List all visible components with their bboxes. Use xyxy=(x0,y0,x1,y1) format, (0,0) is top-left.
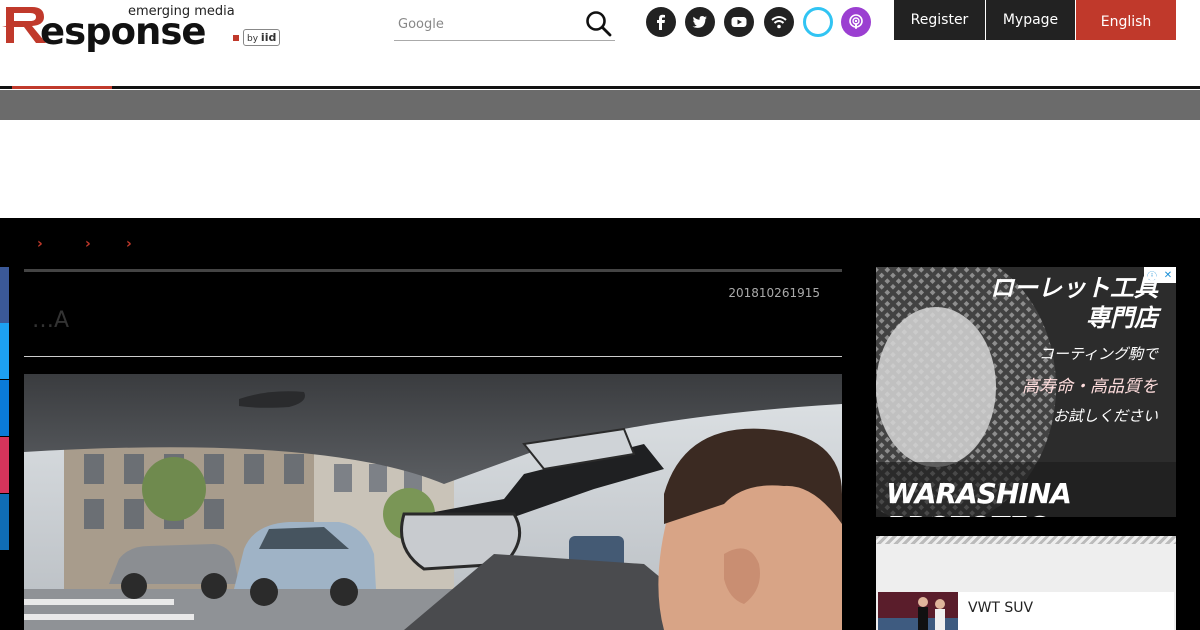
ad-title-line2: 専門店 xyxy=(1086,303,1158,332)
ad-close-icon[interactable]: ✕ xyxy=(1160,267,1176,283)
logo-dot xyxy=(233,35,239,41)
ranking-item-label: VWT SUV xyxy=(968,600,1034,616)
breadcrumb-separator: › xyxy=(126,236,132,252)
ranking-stripe xyxy=(876,536,1176,544)
article-area: › › › 201810261915 …A ⓘ ✕ ローレット工具 専門店 コー… xyxy=(0,218,1200,630)
article-top-rule xyxy=(24,269,842,272)
site-header: emerging media esponse by iid Google Reg… xyxy=(0,0,1200,90)
breadcrumb-separator: › xyxy=(37,236,43,252)
ad-copy-line2: 高寿命・高品質を xyxy=(1022,377,1158,397)
nav-underline xyxy=(0,86,1200,89)
ranking-widget: VWT SUV xyxy=(876,536,1176,630)
article-date: 201810261915 xyxy=(728,286,820,300)
share-hatena-button[interactable] xyxy=(0,494,9,550)
article-main-image xyxy=(24,374,842,630)
twitter-icon[interactable] xyxy=(685,7,715,37)
ad-title-line1: ローレット工具 xyxy=(990,273,1158,302)
page: emerging media esponse by iid Google Reg… xyxy=(0,0,1200,630)
breadcrumb-separator: › xyxy=(85,236,91,252)
ranking-thumbnail xyxy=(878,592,958,630)
logo-iid: iid xyxy=(260,31,277,44)
ad-copy-line3: お試しください xyxy=(1052,407,1158,425)
search-input[interactable] xyxy=(398,14,578,34)
car-interior-illustration xyxy=(24,374,842,630)
article-title: …A xyxy=(32,308,70,333)
search-box xyxy=(394,6,615,41)
share-twitter-button[interactable] xyxy=(0,323,9,379)
sidebar-ad-banner[interactable]: ⓘ ✕ ローレット工具 専門店 コーティング駒で 高寿命・高品質を お試しくださ… xyxy=(876,267,1176,517)
search-icon[interactable] xyxy=(585,10,613,38)
rss-icon[interactable] xyxy=(764,7,794,37)
response-logo[interactable]: emerging media esponse by iid xyxy=(0,0,285,53)
alexa-icon[interactable] xyxy=(803,7,833,37)
ad-brand: WARASHINA PROTOTEC xyxy=(886,477,1072,517)
logo-by: by xyxy=(247,34,259,44)
facebook-icon[interactable] xyxy=(646,7,676,37)
logo-byiid: by iid xyxy=(243,29,281,46)
ranking-thumb-illustration xyxy=(878,592,958,630)
english-button[interactable]: English xyxy=(1076,0,1176,40)
share-pocket-button[interactable] xyxy=(0,437,9,493)
ad-title: ローレット工具 専門店 xyxy=(990,273,1158,333)
nav-active-indicator xyxy=(12,86,112,89)
podcast-icon[interactable] xyxy=(841,7,871,37)
share-facebook-button[interactable] xyxy=(0,267,9,323)
ranking-item[interactable]: VWT SUV xyxy=(878,592,1174,630)
logo-wordmark: esponse xyxy=(40,10,206,53)
mypage-button[interactable]: Mypage xyxy=(986,0,1075,40)
title-divider xyxy=(24,356,842,357)
top-ad-space xyxy=(0,120,1200,218)
register-button[interactable]: Register xyxy=(894,0,985,40)
share-line-button[interactable] xyxy=(0,380,9,436)
sub-nav-bar xyxy=(0,90,1200,120)
ad-copy-line1: コーティング駒で xyxy=(1038,345,1158,363)
youtube-icon[interactable] xyxy=(724,7,754,37)
